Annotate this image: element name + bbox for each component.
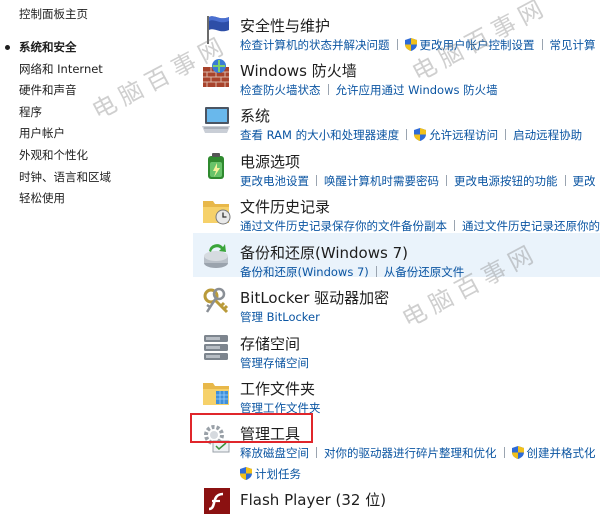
link-manage-bitlocker[interactable]: 管理 BitLocker bbox=[240, 310, 320, 324]
category-work-folders: 工作文件夹 管理工作文件夹 bbox=[193, 369, 600, 415]
category-bitlocker: BitLocker 驱动器加密 管理 BitLocker bbox=[193, 278, 600, 325]
category-title[interactable]: 备份和还原(Windows 7) bbox=[240, 242, 408, 263]
link-restore-files[interactable]: 通过文件历史记录还原你的 bbox=[462, 219, 600, 233]
category-system: 系统 查看 RAM 的大小和处理器速度 允许远程访问 启动远程协助 bbox=[193, 96, 600, 143]
category-storage-spaces: 存储空间 管理存储空间 bbox=[193, 324, 600, 370]
category-title[interactable]: Flash Player (32 位) bbox=[240, 489, 386, 510]
link-separator bbox=[406, 129, 408, 140]
sidebar-item-programs[interactable]: 程序 bbox=[19, 102, 111, 124]
link-schedule-tasks[interactable]: 计划任务 bbox=[255, 467, 301, 481]
category-list: 安全性与维护 检查计算机的状态并解决问题 更改用户帐户控制设置 常见计算 Windo… bbox=[193, 0, 600, 514]
category-security-maintenance: 安全性与维护 检查计算机的状态并解决问题 更改用户帐户控制设置 常见计算 bbox=[193, 6, 600, 52]
admin-tools-icon bbox=[199, 420, 233, 454]
category-windows-firewall: Windows 防火墙 检查防火墙状态 允许应用通过 Windows 防火墙 bbox=[193, 51, 600, 97]
keys-icon bbox=[199, 284, 233, 318]
link-save-backup[interactable]: 通过文件历史记录保存你的文件备份副本 bbox=[240, 219, 447, 233]
flash-icon bbox=[199, 486, 233, 520]
link-power-button[interactable]: 更改电源按钮的功能 bbox=[454, 174, 558, 188]
link-separator bbox=[446, 175, 447, 186]
category-admin-tools: 管理工具 释放磁盘空间 对你的驱动器进行碎片整理和优化 创建并格式化 计划任务 bbox=[193, 414, 600, 481]
link-check-status[interactable]: 检查计算机的状态并解决问题 bbox=[240, 38, 390, 52]
link-remote-assistance[interactable]: 启动远程协助 bbox=[513, 128, 582, 142]
folder-clock-icon bbox=[199, 193, 233, 227]
link-separator bbox=[316, 175, 317, 186]
category-title[interactable]: 安全性与维护 bbox=[240, 15, 330, 36]
category-title[interactable]: 管理工具 bbox=[240, 423, 300, 444]
category-title[interactable]: 系统 bbox=[240, 105, 270, 126]
sidebar-item-user-accounts[interactable]: 用户帐户 bbox=[19, 123, 111, 145]
category-title[interactable]: 存储空间 bbox=[240, 333, 300, 354]
link-manage-storage[interactable]: 管理存储空间 bbox=[240, 356, 309, 370]
category-title[interactable]: 工作文件夹 bbox=[240, 378, 315, 399]
link-backup-restore[interactable]: 备份和还原(Windows 7) bbox=[240, 265, 369, 279]
link-separator bbox=[454, 220, 455, 231]
link-create-format-partition[interactable]: 创建并格式化 bbox=[527, 446, 596, 460]
link-separator bbox=[564, 175, 566, 186]
work-folder-icon bbox=[199, 375, 233, 409]
uac-shield-icon bbox=[414, 128, 427, 141]
link-separator bbox=[541, 39, 543, 50]
link-restore-from-backup[interactable]: 从备份还原文件 bbox=[384, 265, 465, 279]
category-power-options: 电源选项 更改电池设置 唤醒计算机时需要密码 更改电源按钮的功能 更改 bbox=[193, 142, 600, 188]
sidebar-item-system-security[interactable]: 系统和安全 bbox=[5, 37, 111, 59]
backup-icon bbox=[199, 239, 233, 273]
link-remote-access[interactable]: 允许远程访问 bbox=[429, 128, 498, 142]
link-separator bbox=[396, 39, 398, 50]
link-troubleshoot[interactable]: 常见计算 bbox=[550, 38, 596, 52]
flag-icon bbox=[199, 12, 233, 46]
uac-shield-icon bbox=[240, 467, 252, 480]
link-firewall-status[interactable]: 检查防火墙状态 bbox=[240, 83, 321, 97]
category-title[interactable]: BitLocker 驱动器加密 bbox=[240, 287, 389, 308]
link-battery-settings[interactable]: 更改电池设置 bbox=[240, 174, 309, 188]
uac-shield-icon bbox=[511, 446, 524, 459]
sidebar-item-ease-of-access[interactable]: 轻松使用 bbox=[19, 188, 111, 210]
category-file-history: 文件历史记录 通过文件历史记录保存你的文件备份副本 通过文件历史记录还原你的 bbox=[193, 187, 600, 234]
sidebar-list: 系统和安全 网络和 Internet 硬件和声音 程序 用户帐户 外观和个性化 … bbox=[5, 37, 111, 210]
link-separator bbox=[505, 129, 507, 140]
link-uac-settings[interactable]: 更改用户帐户控制设置 bbox=[420, 38, 535, 52]
link-free-disk-space[interactable]: 释放磁盘空间 bbox=[240, 446, 309, 460]
link-manage-work-folders[interactable]: 管理工作文件夹 bbox=[240, 401, 321, 415]
link-view-ram[interactable]: 查看 RAM 的大小和处理器速度 bbox=[240, 128, 399, 142]
category-title[interactable]: 电源选项 bbox=[240, 151, 300, 172]
link-separator bbox=[316, 447, 317, 458]
computer-icon bbox=[199, 102, 233, 136]
brick-wall-icon bbox=[199, 57, 233, 91]
uac-shield-icon bbox=[404, 38, 417, 51]
category-links: 查看 RAM 的大小和处理器速度 允许远程访问 启动远程协助 bbox=[240, 127, 582, 143]
category-backup-restore: 备份和还原(Windows 7) 备份和还原(Windows 7) 从备份还原文件 bbox=[193, 233, 600, 279]
sidebar: 控制面板主页 系统和安全 网络和 Internet 硬件和声音 程序 用户帐户 … bbox=[0, 0, 190, 509]
category-flash-player: Flash Player (32 位) bbox=[193, 480, 600, 524]
link-defragment[interactable]: 对你的驱动器进行碎片整理和优化 bbox=[324, 446, 497, 460]
link-allow-app[interactable]: 允许应用通过 Windows 防火墙 bbox=[336, 83, 498, 97]
sidebar-item-clock-region[interactable]: 时钟、语言和区域 bbox=[19, 167, 111, 189]
link-wake-password[interactable]: 唤醒计算机时需要密码 bbox=[324, 174, 439, 188]
sidebar-home-link[interactable]: 控制面板主页 bbox=[19, 6, 88, 22]
link-separator bbox=[503, 447, 505, 458]
link-separator bbox=[375, 266, 377, 277]
category-title[interactable]: Windows 防火墙 bbox=[240, 60, 357, 81]
category-links: 管理 BitLocker bbox=[240, 309, 320, 325]
link-separator bbox=[327, 84, 329, 95]
storage-icon bbox=[199, 330, 233, 364]
category-title[interactable]: 文件历史记录 bbox=[240, 196, 330, 217]
battery-icon bbox=[199, 148, 233, 182]
sidebar-item-hardware[interactable]: 硬件和声音 bbox=[19, 80, 111, 102]
sidebar-item-appearance[interactable]: 外观和个性化 bbox=[19, 145, 111, 167]
link-power-more[interactable]: 更改 bbox=[573, 174, 596, 188]
category-links: 通过文件历史记录保存你的文件备份副本 通过文件历史记录还原你的 bbox=[240, 218, 600, 234]
category-links: 释放磁盘空间 对你的驱动器进行碎片整理和优化 创建并格式化 bbox=[240, 445, 596, 461]
sidebar-item-network[interactable]: 网络和 Internet bbox=[19, 59, 111, 81]
